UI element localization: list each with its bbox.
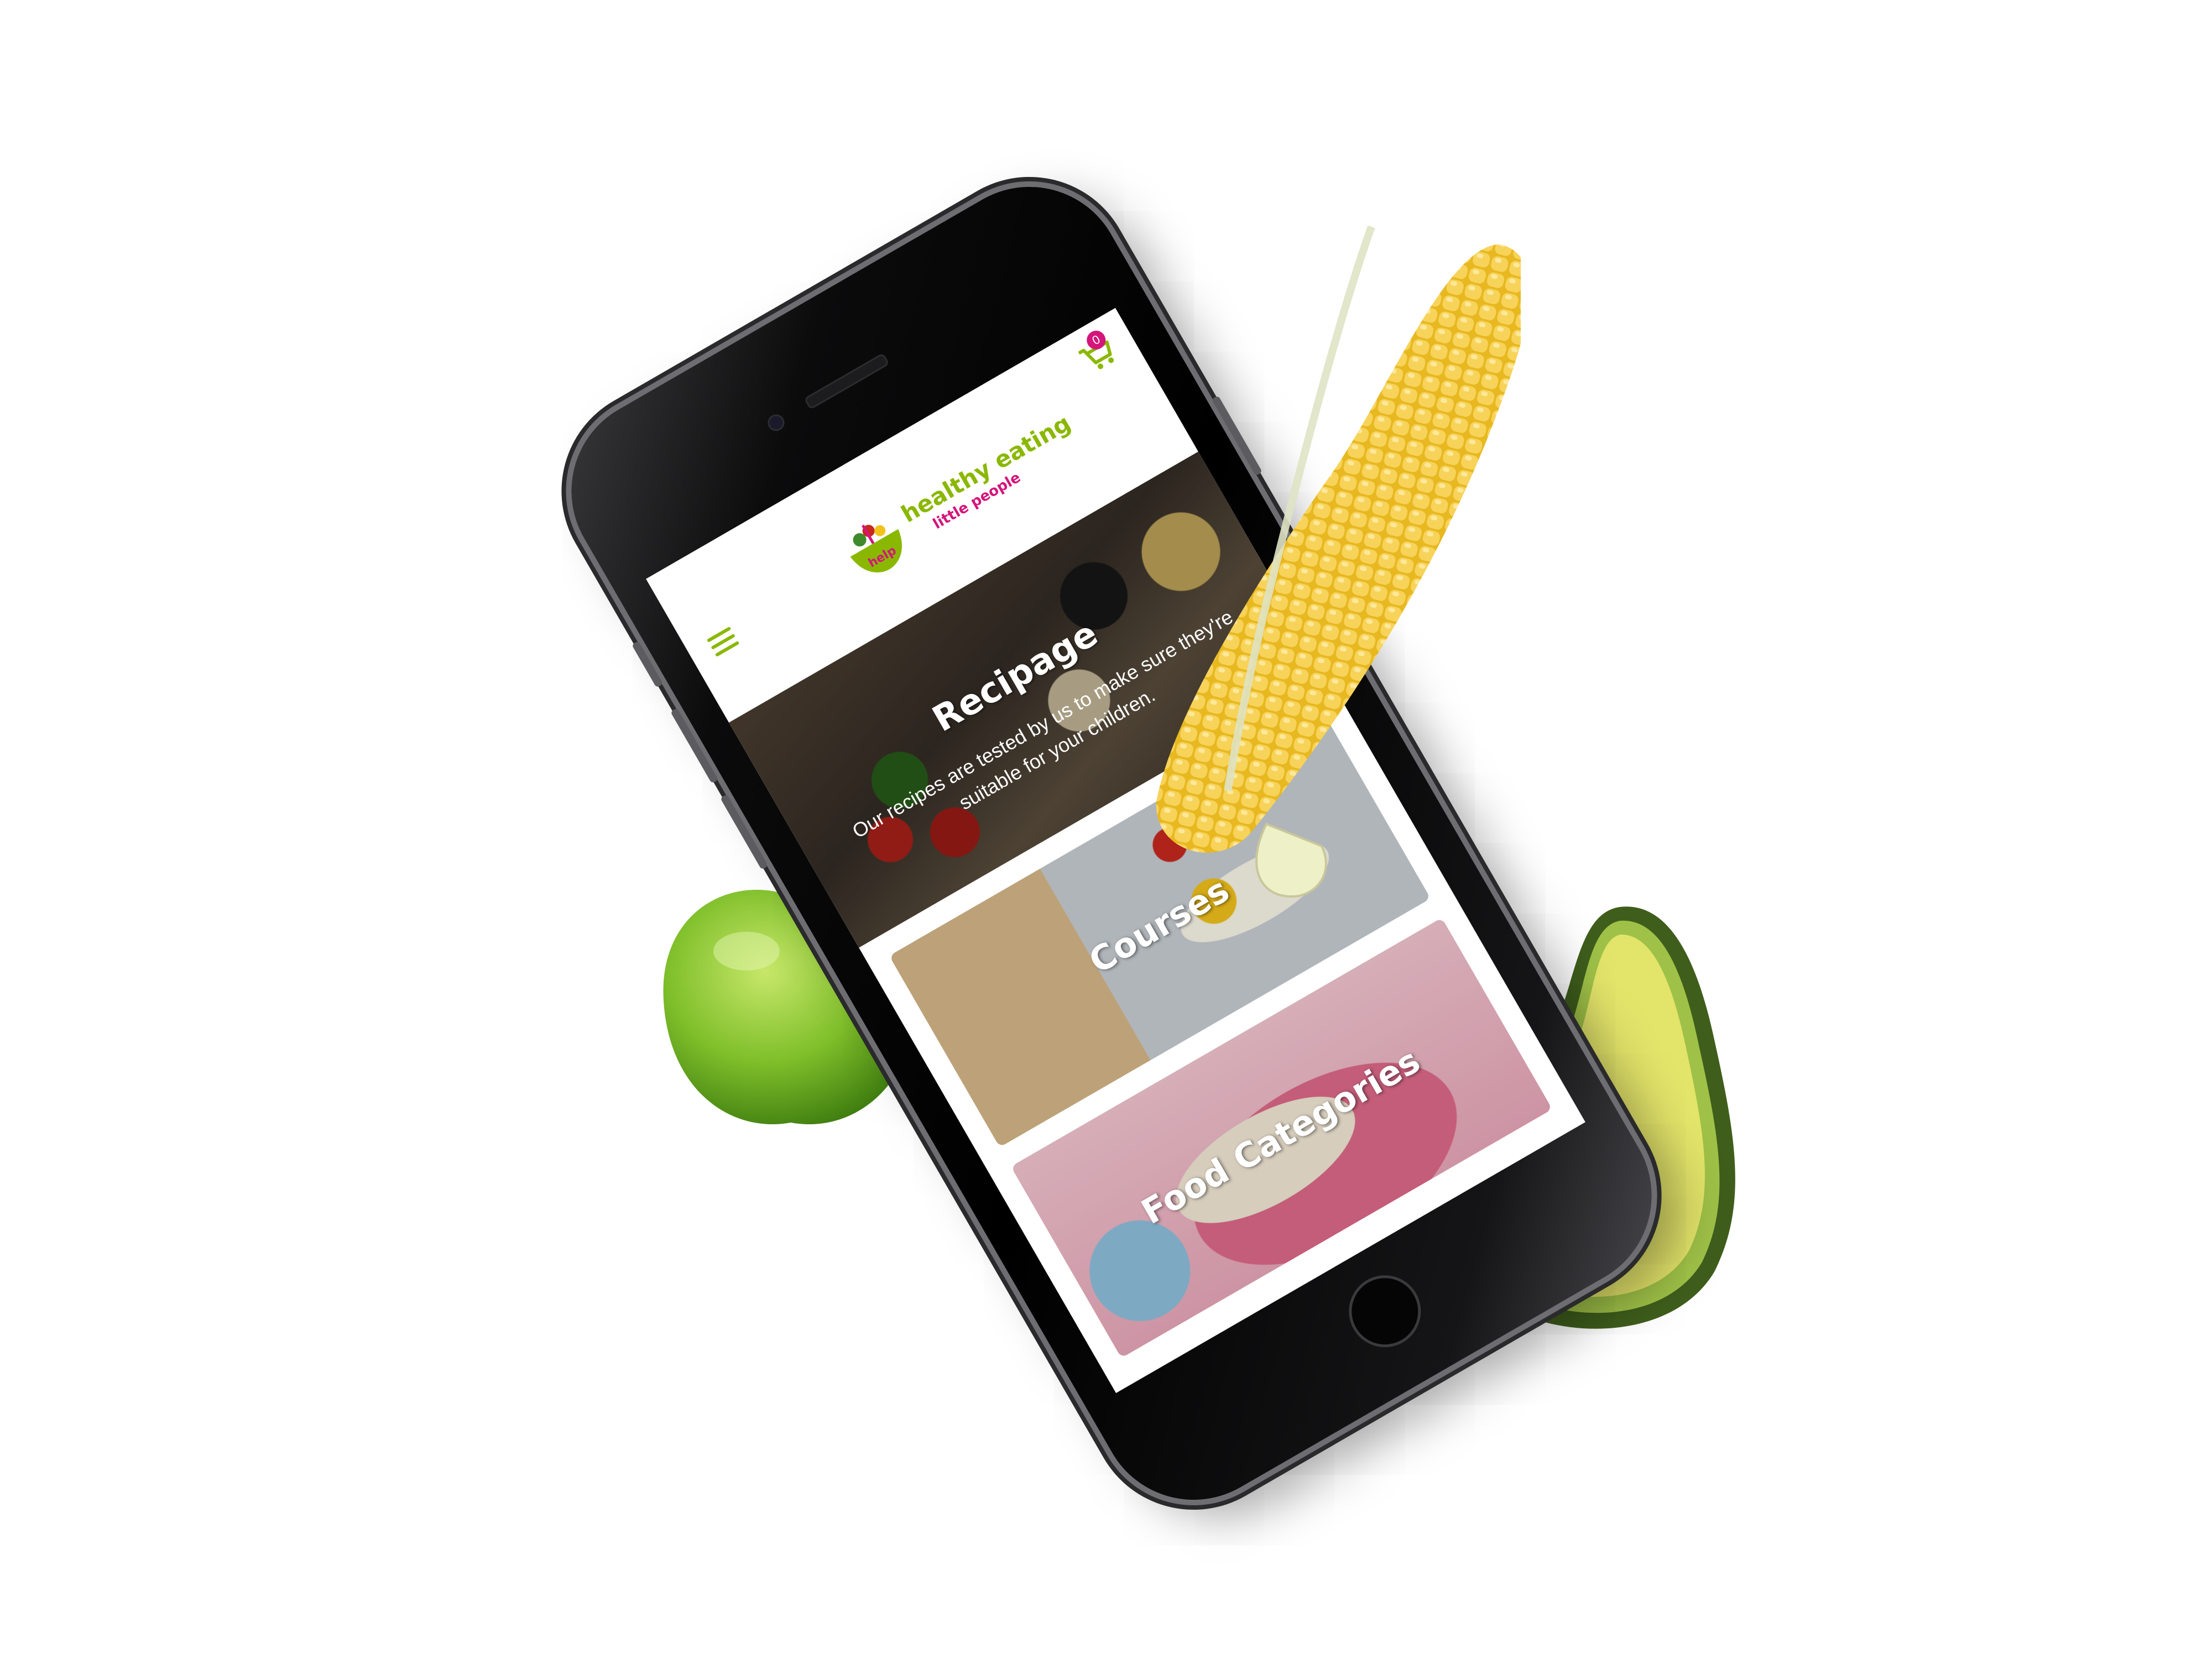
- hamburger-icon[interactable]: [706, 626, 740, 657]
- front-camera: [764, 411, 787, 434]
- corn-cob: [1146, 196, 1521, 899]
- volume-up-button: [670, 708, 719, 784]
- home-button-icon[interactable]: [1335, 1262, 1434, 1360]
- logo-title: healthy eating: [896, 409, 1076, 528]
- earpiece-speaker: [804, 352, 890, 410]
- mute-switch: [632, 640, 664, 688]
- cart-button[interactable]: 0: [1076, 327, 1120, 377]
- mockup-scene: help healthy eating little people 0 Reci…: [0, 0, 2212, 1659]
